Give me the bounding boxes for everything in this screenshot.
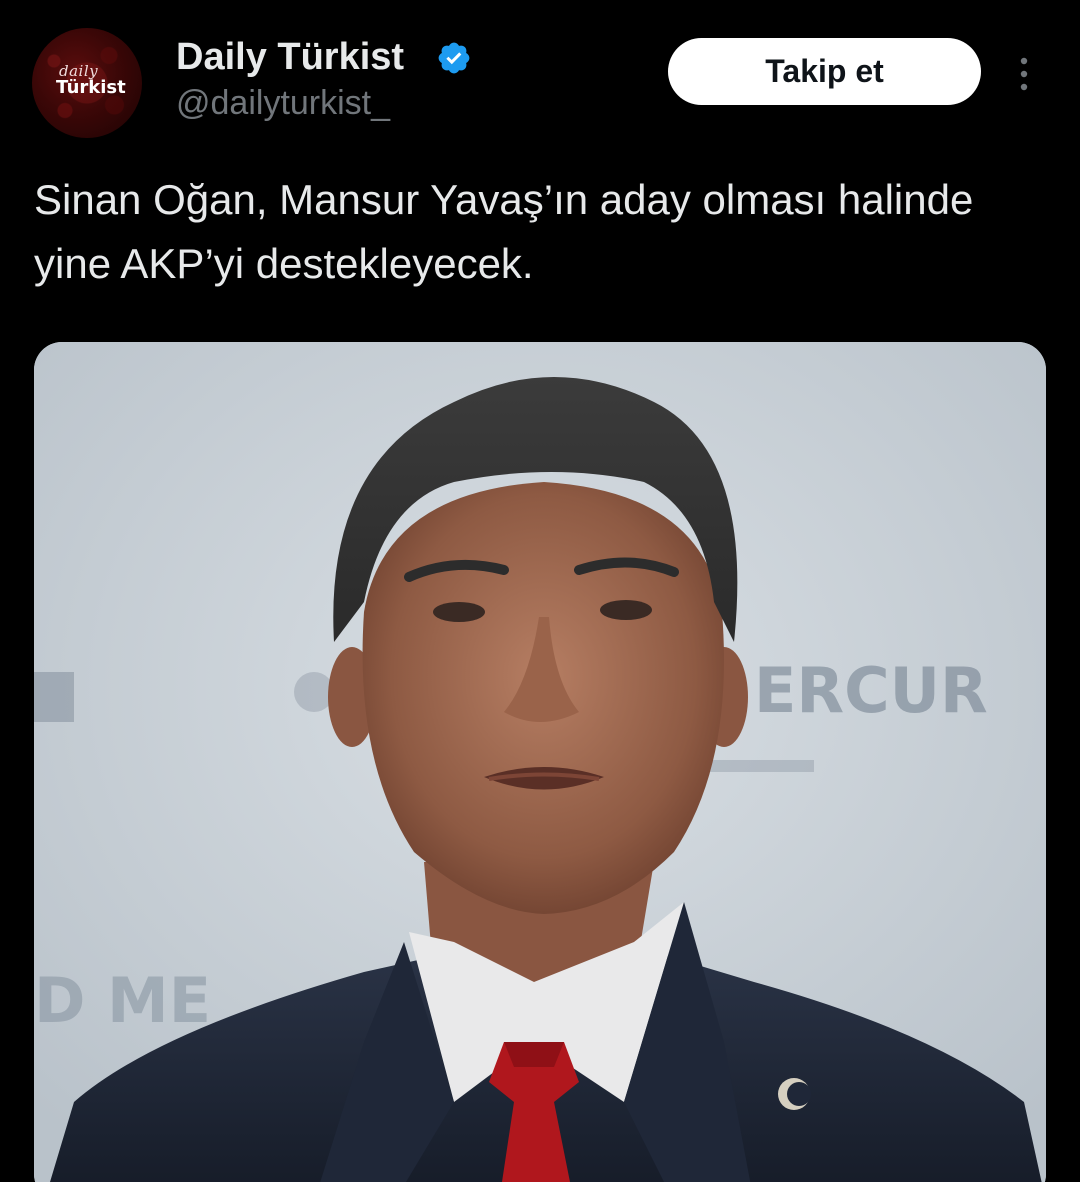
avatar[interactable]: daily Türkist — [32, 28, 142, 138]
backdrop-text-top: ERCUR — [754, 654, 988, 727]
vertical-ellipsis-icon[interactable] — [1010, 54, 1038, 94]
avatar-logo-big: Türkist — [56, 77, 126, 98]
tweet-text: Sinan Oğan, Mansur Yavaş’ın aday olması … — [34, 176, 974, 287]
backdrop-text-bottom: D ME — [34, 964, 211, 1037]
photo-illustration: ERCUR D ME — [34, 342, 1046, 1182]
verified-badge-icon — [438, 42, 470, 74]
tweet-photo[interactable]: ERCUR D ME — [34, 342, 1046, 1182]
follow-button[interactable]: Takip et — [668, 38, 981, 105]
display-name[interactable]: Daily Türkist — [176, 36, 404, 79]
handle[interactable]: @dailyturkist_ — [176, 84, 390, 123]
tweet: daily Türkist Daily Türkist @dailyturkis… — [0, 0, 1080, 1182]
